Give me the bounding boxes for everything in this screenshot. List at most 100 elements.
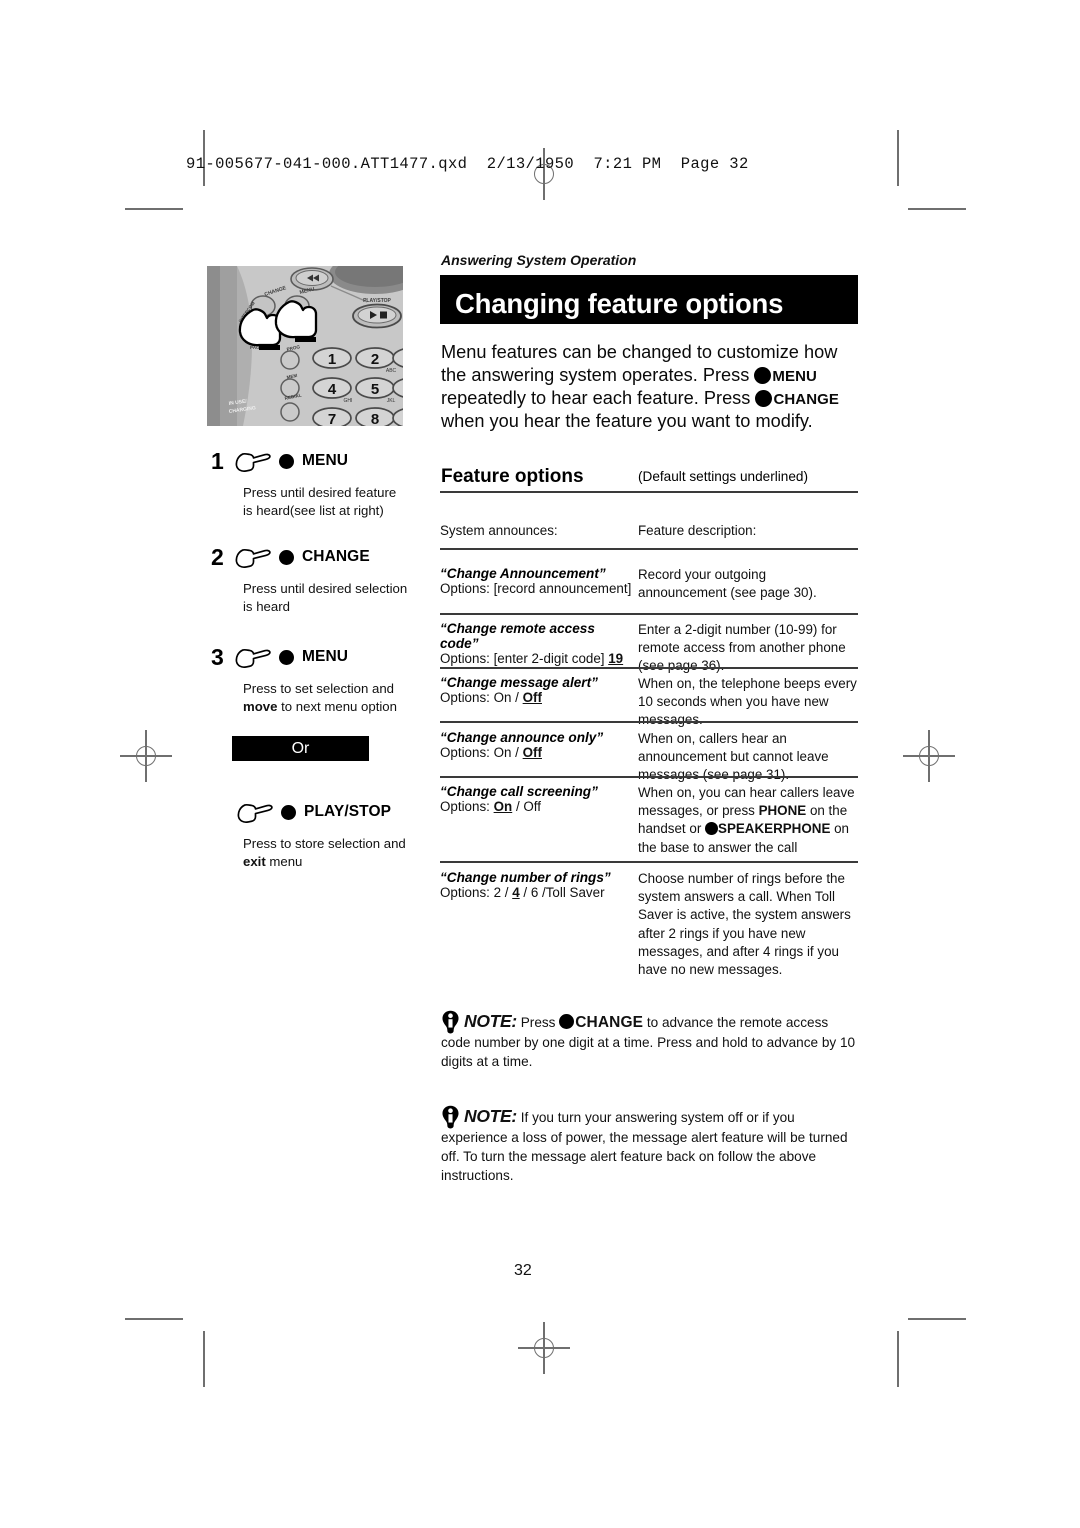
step-2-key: CHANGE — [302, 548, 370, 565]
feature-name: “Change number of rings” — [440, 870, 611, 885]
table-header-row: System announces: Feature description: — [440, 523, 858, 538]
svg-text:7: 7 — [328, 411, 336, 426]
step-2-line2: is heard — [243, 598, 290, 614]
svg-text:JKL: JKL — [387, 398, 396, 404]
registration-mark-left — [120, 730, 172, 782]
step-3-line2: to next menu option — [281, 698, 397, 714]
alt-step-header: PLAY/STOP — [237, 798, 421, 826]
feature-options-note: (Default settings underlined) — [638, 469, 809, 484]
crop-mark-top-right-vertical — [897, 130, 899, 186]
feature-options-values: Options: [record announcement] — [440, 581, 632, 596]
info-icon — [442, 1010, 459, 1034]
feature-name: “Change call screening” — [440, 784, 598, 799]
intro-text-3: when you hear the feature you want to mo… — [441, 411, 813, 432]
registration-mark-bottom-center — [518, 1322, 570, 1374]
crop-mark-bottom-right-horizontal — [908, 1318, 966, 1320]
feature-options-values: Options: On / Off — [440, 690, 632, 705]
options-prefix: Options: On / — [440, 745, 519, 760]
feature-name: “Change remote access code” — [440, 621, 595, 651]
crop-mark-bottom-left-horizontal — [125, 1318, 183, 1320]
options-suffix: / Off — [515, 799, 542, 814]
options-prefix: Options: [record announcement] — [440, 581, 632, 596]
crop-mark-top-left-horizontal — [125, 208, 183, 210]
button-dot-icon — [281, 804, 296, 820]
alt-step-line2: menu — [269, 853, 303, 869]
feature-description: When on, you can hear callers leave mess… — [638, 784, 858, 857]
step-1-number: 1 — [211, 447, 224, 474]
pointing-hand-icon — [237, 803, 273, 824]
intro-paragraph: Menu features can be changed to customiz… — [441, 341, 866, 433]
button-dot-icon — [279, 649, 294, 665]
step-1-key: MENU — [302, 452, 349, 469]
intro-key-change: CHANGE — [773, 391, 840, 409]
step-3-header: 3 MENU — [211, 643, 421, 671]
pointing-hand-icon — [235, 648, 271, 669]
step-1-line1: Press until desired feature — [243, 485, 397, 500]
crop-mark-top-right-horizontal — [908, 208, 966, 210]
step-3-key: MENU — [302, 648, 349, 665]
phone-keypad-illustration: PLAY/STOP CHANGE MENU INTERCOM PAGE PROG… — [207, 266, 403, 426]
step-2: 2 CHANGE Press until desired selection i… — [211, 543, 421, 615]
or-divider-banner: Or — [232, 736, 369, 761]
row-separator — [440, 861, 858, 864]
crop-mark-bottom-left-vertical — [203, 1331, 205, 1387]
intro-text-2: repeatedly to hear each feature. Press — [441, 388, 751, 409]
feature-name: “Change message alert” — [440, 675, 598, 690]
feature-description: Choose number of rings before the system… — [638, 871, 851, 978]
note-1-text-1: Press — [520, 1015, 556, 1030]
table-row: “Change number of rings” Options: 2 / 4 … — [440, 870, 858, 979]
step-3-bold-word: move — [243, 698, 278, 714]
page-title-banner: Changing feature options — [440, 275, 858, 324]
button-dot-icon — [705, 821, 719, 835]
step-3-body: Press to set selection and move to next … — [243, 680, 421, 715]
step-1: 1 MENU Press until desired feature is he… — [211, 447, 421, 519]
feature-name: “Change announce only” — [440, 730, 604, 745]
svg-text:1: 1 — [328, 351, 336, 368]
feature-options-values: Options: On / Off — [440, 799, 632, 814]
options-default: On — [493, 799, 513, 814]
options-prefix: Options: [enter 2-digit code] — [440, 651, 605, 666]
note-1-label: NOTE: — [464, 1011, 517, 1031]
row-separator — [440, 613, 858, 615]
button-dot-icon — [559, 1014, 575, 1029]
step-1-line2: is heard(see list at right) — [243, 502, 384, 518]
alt-step-bold-word: exit — [243, 853, 266, 869]
button-dot-icon — [279, 549, 294, 565]
feature-name: “Change Announcement” — [440, 566, 606, 581]
feature-options-values: Options: 2 / 4 / 6 /Toll Saver — [440, 885, 632, 900]
page-number: 32 — [514, 1262, 532, 1279]
step-2-line1: Press until desired selection — [243, 581, 408, 596]
feature-options-table: System announces: Feature description: — [440, 523, 858, 538]
row-separator — [440, 667, 858, 669]
options-default: Off — [522, 690, 542, 705]
step-3-number: 3 — [211, 643, 224, 670]
note-1-key: CHANGE — [575, 1014, 644, 1031]
options-default: 19 — [608, 651, 624, 666]
step-2-number: 2 — [211, 543, 224, 570]
step-1-body: Press until desired feature is heard(see… — [243, 484, 421, 519]
running-head: Answering System Operation — [441, 252, 637, 268]
feature-options-values: Options: [enter 2-digit code] 19 — [440, 651, 632, 666]
options-prefix: Options: — [440, 799, 490, 814]
options-prefix: Options: 2 / — [440, 885, 509, 900]
step-2-body: Press until desired selection is heard — [243, 580, 421, 615]
rule-under-feature-options — [440, 491, 858, 494]
svg-text:GHI: GHI — [344, 398, 353, 404]
options-suffix: / 6 /Toll Saver — [523, 885, 605, 900]
options-default: Off — [522, 745, 542, 760]
crop-mark-bottom-right-vertical — [897, 1331, 899, 1387]
rule-under-column-headers — [440, 548, 858, 551]
svg-text:ABC: ABC — [386, 368, 397, 374]
alt-step-key: PLAY/STOP — [304, 803, 392, 820]
row-separator — [440, 721, 858, 723]
intro-key-menu: MENU — [772, 368, 817, 386]
button-dot-icon — [279, 453, 294, 469]
row-separator — [440, 776, 858, 778]
feature-description: Record your outgoing announcement (see p… — [638, 567, 817, 601]
registration-mark-right — [903, 730, 955, 782]
info-icon — [442, 1105, 459, 1129]
svg-text:4: 4 — [328, 381, 337, 398]
options-default: 4 — [512, 885, 520, 900]
print-file-slug: 91-005677-041-000.ATT1477.qxd 2/13/1950 … — [186, 155, 749, 173]
step-2-header: 2 CHANGE — [211, 543, 421, 571]
